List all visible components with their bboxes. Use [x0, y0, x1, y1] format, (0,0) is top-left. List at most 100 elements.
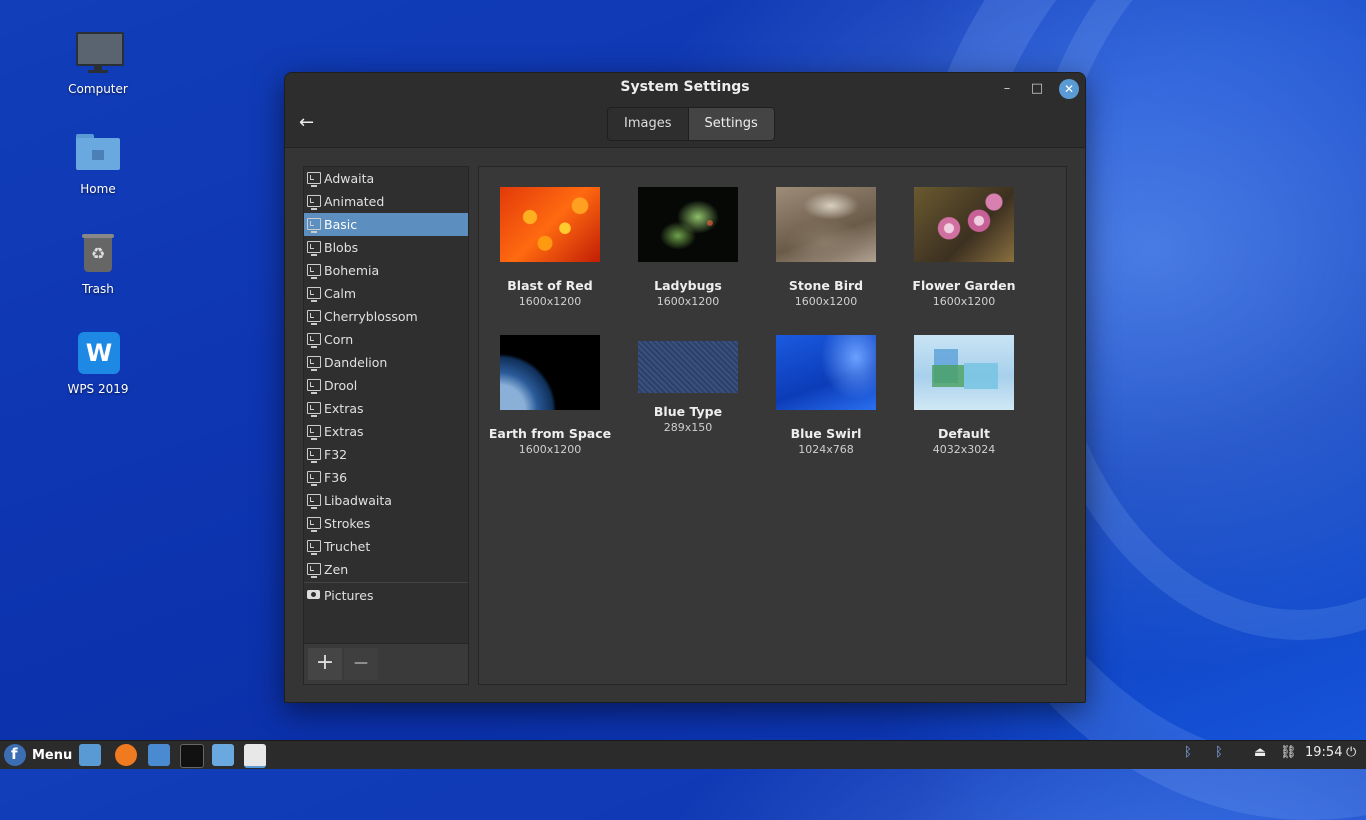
wallpaper-tile[interactable]: Ladybugs 1600x1200 — [619, 187, 757, 308]
desktop-icon-wps[interactable]: W WPS 2019 — [58, 330, 138, 396]
sidebar-item-blobs[interactable]: Blobs — [304, 236, 468, 259]
sidebar-item-label: Zen — [324, 562, 349, 577]
sidebar-item-extras[interactable]: Extras — [304, 397, 468, 420]
add-folder-button[interactable]: + — [308, 648, 342, 680]
computer-icon — [74, 30, 124, 78]
sidebar-item-animated[interactable]: Animated — [304, 190, 468, 213]
sidebar-item-adwaita[interactable]: Adwaita — [304, 167, 468, 190]
remove-folder-button[interactable]: — — [344, 648, 378, 680]
sidebar-item-label: Libadwaita — [324, 493, 392, 508]
mail-icon[interactable] — [148, 744, 170, 766]
bluetooth-disabled-icon[interactable]: ᛒ — [1184, 745, 1192, 760]
close-button[interactable]: ✕ — [1059, 79, 1079, 99]
sidebar-item-label: Strokes — [324, 516, 371, 531]
sidebar-item-libadwaita[interactable]: Libadwaita — [304, 489, 468, 512]
window-titlebar[interactable]: System Settings – □ ✕ ← Images Settings — [285, 73, 1085, 148]
show-desktop-icon[interactable] — [79, 744, 101, 766]
sidebar-item-truchet[interactable]: Truchet — [304, 535, 468, 558]
trash-icon: ♻ — [74, 230, 122, 278]
wallpaper-resolution: 1600x1200 — [518, 295, 582, 308]
wallpaper-name: Blast of Red — [507, 278, 593, 293]
sidebar-item-pictures[interactable]: Pictures — [304, 584, 468, 607]
network-icon[interactable]: ⛓ — [1280, 745, 1297, 760]
wallpaper-resolution: 1600x1200 — [656, 295, 720, 308]
power-icon[interactable]: ⏻ — [1346, 745, 1356, 760]
file-manager-icon[interactable] — [212, 744, 234, 766]
wallpaper-resolution: 289x150 — [663, 421, 713, 434]
wallpaper-tile[interactable]: Blue Type 289x150 — [619, 335, 757, 434]
back-arrow-icon[interactable]: ← — [299, 113, 319, 133]
monitor-icon — [307, 241, 321, 256]
sidebar-item-dandelion[interactable]: Dandelion — [304, 351, 468, 374]
wallpaper-name: Blue Swirl — [790, 426, 862, 441]
wallpaper-name: Earth from Space — [488, 426, 612, 441]
wps-office-icon: W — [74, 330, 122, 378]
sidebar-item-f36[interactable]: F36 — [304, 466, 468, 489]
monitor-icon — [307, 448, 321, 463]
camera-icon — [307, 590, 320, 599]
sidebar-item-f32[interactable]: F32 — [304, 443, 468, 466]
sidebar-item-bohemia[interactable]: Bohemia — [304, 259, 468, 282]
bluetooth-icon[interactable]: ᛒ — [1215, 745, 1223, 760]
wallpaper-thumbnail — [638, 341, 738, 393]
monitor-icon — [307, 356, 321, 371]
wallpaper-tile[interactable]: Default 4032x3024 — [895, 335, 1033, 456]
sidebar-item-label: Truchet — [324, 539, 371, 554]
maximize-button[interactable]: □ — [1027, 79, 1047, 99]
sidebar-item-strokes[interactable]: Strokes — [304, 512, 468, 535]
sidebar-item-basic[interactable]: Basic — [304, 213, 468, 236]
clock[interactable]: 19:54 — [1305, 745, 1342, 760]
sidebar-item-label: Calm — [324, 286, 357, 301]
wallpaper-tile[interactable]: Blue Swirl 1024x768 — [757, 335, 895, 456]
minimize-button[interactable]: – — [997, 79, 1017, 99]
sidebar-item-label: Extras — [324, 424, 364, 439]
settings-app-icon[interactable] — [244, 744, 266, 768]
sidebar-item-drool[interactable]: Drool — [304, 374, 468, 397]
desktop-icon-computer[interactable]: Computer — [58, 30, 138, 96]
wallpaper-thumbnail — [500, 187, 600, 262]
desktop-icon-label: Computer — [68, 82, 128, 96]
wallpaper-tile[interactable]: Earth from Space 1600x1200 — [481, 335, 619, 456]
terminal-icon[interactable] — [180, 744, 204, 768]
firefox-icon[interactable] — [115, 744, 137, 766]
sidebar-item-label: Corn — [324, 332, 354, 347]
taskbar-panel: Menu ᛒ ᛒ ⏏ ⛓ 19:54 ⏻ — [0, 740, 1366, 769]
monitor-icon — [307, 195, 321, 210]
sidebar-item-cherryblossom[interactable]: Cherryblossom — [304, 305, 468, 328]
wallpaper-grid: Blast of Red 1600x1200 Ladybugs 1600x120… — [478, 166, 1067, 685]
monitor-icon — [307, 517, 321, 532]
wallpaper-tile[interactable]: Flower Garden 1600x1200 — [895, 187, 1033, 308]
tab-settings[interactable]: Settings — [687, 108, 774, 140]
sidebar-separator — [304, 582, 468, 583]
sidebar-item-label: Cherryblossom — [324, 309, 418, 324]
tab-images[interactable]: Images — [608, 108, 688, 140]
eject-icon[interactable]: ⏏ — [1254, 745, 1266, 760]
wallpaper-thumbnail — [776, 187, 876, 262]
desktop-icon-trash[interactable]: ♻ Trash — [58, 230, 138, 296]
monitor-icon — [307, 172, 321, 187]
sidebar-item-label: Extras — [324, 401, 364, 416]
sidebar-item-label: Pictures — [324, 588, 374, 603]
sidebar-item-extras-2[interactable]: Extras — [304, 420, 468, 443]
menu-button[interactable]: Menu — [4, 744, 72, 766]
folder-list: Adwaita Animated Basic Blobs Bohemia Cal… — [304, 167, 468, 581]
system-settings-window: System Settings – □ ✕ ← Images Settings … — [284, 72, 1086, 703]
wallpaper-name: Flower Garden — [912, 278, 1016, 293]
sidebar-item-zen[interactable]: Zen — [304, 558, 468, 581]
sidebar-item-calm[interactable]: Calm — [304, 282, 468, 305]
sidebar-item-label: Adwaita — [324, 171, 375, 186]
sidebar-item-label: Blobs — [324, 240, 359, 255]
desktop-icon-home[interactable]: Home — [58, 130, 138, 196]
sidebar-item-corn[interactable]: Corn — [304, 328, 468, 351]
wallpaper-thumbnail — [638, 187, 738, 262]
tab-bar: Images Settings — [607, 107, 775, 141]
monitor-icon — [307, 563, 321, 578]
monitor-icon — [307, 264, 321, 279]
wallpaper-tile[interactable]: Blast of Red 1600x1200 — [481, 187, 619, 308]
sidebar-toolbar: + — — [304, 643, 468, 684]
wallpaper-name: Blue Type — [653, 404, 723, 419]
wallpaper-tile[interactable]: Stone Bird 1600x1200 — [757, 187, 895, 308]
wallpaper-name: Ladybugs — [654, 278, 722, 293]
wallpaper-name: Default — [938, 426, 990, 441]
wallpaper-thumbnail — [500, 335, 600, 410]
